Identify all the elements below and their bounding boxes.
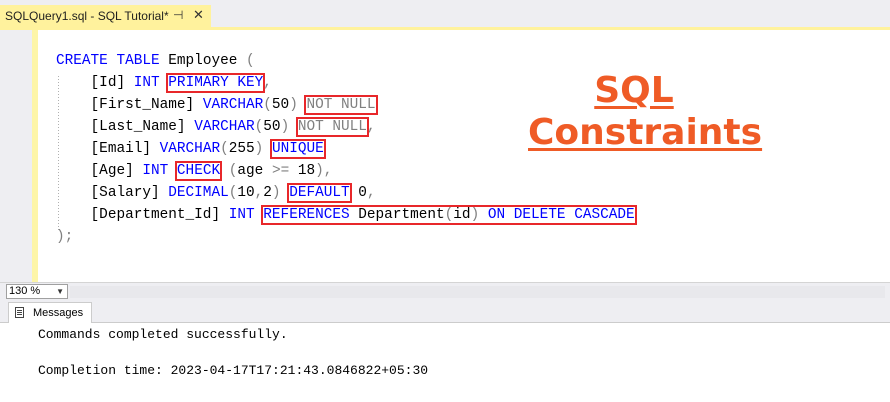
constraint-highlight: NOT NULL	[295, 117, 369, 137]
code-token: ,	[254, 185, 264, 201]
close-icon[interactable]: ✕	[193, 7, 204, 23]
code-token: VARCHAR	[159, 141, 221, 157]
code-token: VARCHAR	[202, 97, 264, 113]
code-token: VARCHAR	[194, 119, 255, 135]
code-token: )	[289, 97, 298, 113]
horizontal-scrollbar[interactable]	[70, 286, 885, 298]
code-token: 10	[237, 185, 255, 201]
constraint-highlight: DEFAULT	[287, 183, 352, 203]
constraint-highlight: REFERENCES Department(id) ON DELETE CASC…	[261, 205, 637, 225]
code-token: [Salary]	[56, 185, 169, 201]
code-token: ON DELETE CASCADE	[479, 207, 635, 223]
messages-tab-label: Messages	[33, 307, 84, 319]
code-line[interactable]: CREATE TABLE Employee (	[56, 50, 635, 72]
code-token: )	[280, 119, 290, 135]
query-editor[interactable]: CREATE TABLE Employee ( [Id] INT PRIMARY…	[0, 30, 890, 282]
code-token: [Last_Name]	[56, 119, 195, 135]
code-token: age	[237, 163, 272, 179]
code-token: (	[246, 53, 255, 69]
code-line[interactable]: );	[56, 226, 635, 248]
code-token: id	[453, 207, 471, 223]
tab-messages[interactable]: Messages	[8, 302, 93, 323]
code-token: REFERENCES	[263, 207, 350, 223]
code-token: [First_Name]	[56, 97, 203, 113]
pin-icon[interactable]: ⊣	[173, 8, 183, 22]
query-tab-title: SQLQuery1.sql - SQL Tutorial*	[5, 9, 169, 23]
code-token: 50	[263, 119, 281, 135]
constraint-highlight: PRIMARY KEY	[166, 73, 266, 93]
constraint-highlight: CHECK	[174, 161, 223, 181]
code-token: ,	[263, 75, 272, 91]
code-token: (	[254, 119, 264, 135]
code-token: INT	[142, 163, 169, 179]
code-token: )	[271, 185, 281, 201]
code-token: [Id]	[56, 75, 134, 91]
code-token: )	[470, 207, 480, 223]
constraint-highlight: UNIQUE	[269, 139, 326, 159]
code-token: ,	[366, 119, 376, 135]
code-token: )	[254, 141, 264, 157]
editor-gutter	[0, 30, 32, 282]
results-pane: Messages Commands completed successfully…	[0, 300, 890, 402]
code-token: [Email]	[56, 141, 160, 157]
code-token: (	[263, 97, 272, 113]
badge-line-1: SQL	[594, 70, 674, 111]
code-token: (	[444, 207, 454, 223]
title-badge: SQL Constraints	[528, 70, 763, 154]
badge-line-2: Constraints	[528, 112, 763, 153]
code-token: 50	[271, 97, 290, 113]
code-line[interactable]: [Age] INT CHECK (age >= 18),	[56, 160, 635, 182]
code-token: Employee	[159, 53, 246, 69]
code-token: );	[56, 229, 74, 245]
code-token: CREATE TABLE	[56, 53, 160, 69]
zoom-value: 130 %	[9, 285, 41, 297]
code-token: (	[220, 141, 229, 157]
change-tracking-bar	[32, 30, 38, 282]
code-token: [Age]	[56, 163, 143, 179]
zoom-select[interactable]: 130 % ▼	[6, 284, 68, 299]
code-token: ,	[366, 185, 376, 201]
message-line-1: Commands completed successfully.	[38, 327, 288, 342]
code-token: INT	[133, 75, 160, 91]
document-tab-strip: SQLQuery1.sql - SQL Tutorial* ⊣ ✕	[0, 0, 890, 30]
constraint-highlight: NOT NULL	[304, 95, 378, 115]
code-token: >=	[271, 163, 290, 179]
results-tab-bar: Messages	[0, 300, 890, 323]
message-line-2: Completion time: 2023-04-17T17:21:43.084…	[38, 363, 429, 378]
code-line[interactable]: [Department_Id] INT REFERENCES Departmen…	[56, 204, 637, 226]
code-token: 255	[228, 141, 255, 157]
query-tab[interactable]: SQLQuery1.sql - SQL Tutorial* ⊣ ✕	[0, 5, 211, 27]
zoom-bar: 130 % ▼	[0, 282, 890, 300]
code-token: 2	[263, 185, 272, 201]
chevron-down-icon[interactable]: ▼	[56, 285, 64, 298]
code-token: [Department_Id]	[56, 207, 229, 223]
messages-icon	[15, 307, 28, 319]
code-token: 0	[349, 185, 367, 201]
code-token: 18	[289, 163, 316, 179]
code-line[interactable]: [Salary] DECIMAL(10,2) DEFAULT 0,	[56, 182, 635, 204]
code-token: ),	[315, 163, 333, 179]
code-token: Department	[349, 207, 445, 223]
code-token: DECIMAL	[168, 185, 229, 201]
code-token: INT	[228, 207, 255, 223]
